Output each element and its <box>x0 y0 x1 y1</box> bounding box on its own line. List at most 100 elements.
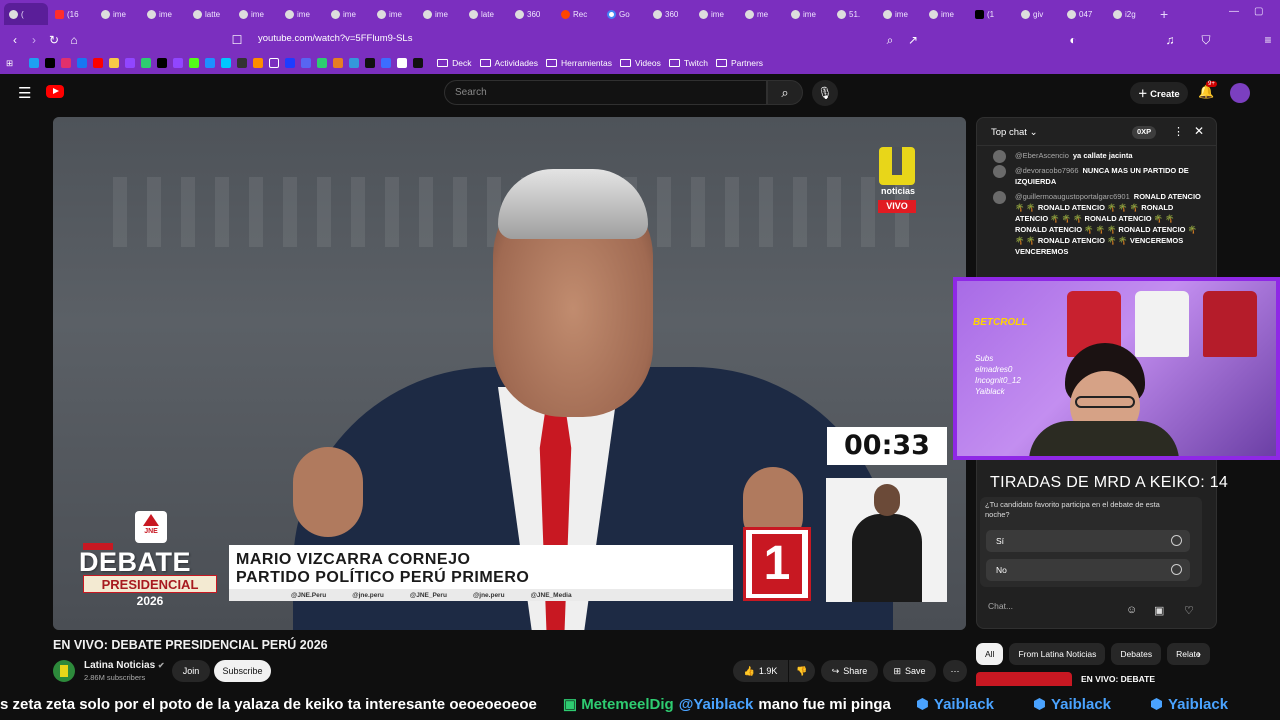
filter-chip[interactable]: From Latina Noticias <box>1009 643 1106 665</box>
bookmark-icon[interactable] <box>365 58 376 68</box>
bookmark-icon[interactable] <box>269 58 280 68</box>
chat-mode-dropdown[interactable]: Top chat ⌄ <box>991 127 1038 138</box>
like-button[interactable]: 👍 1.9K <box>733 660 788 682</box>
browser-tab[interactable]: i2g <box>1108 3 1152 25</box>
chat-more-icon[interactable]: ⋮ <box>1173 125 1184 138</box>
kick-icon[interactable] <box>189 58 200 68</box>
youtube-logo-icon[interactable] <box>46 85 64 98</box>
bookmark-folder[interactable]: Twitch <box>668 58 708 68</box>
browser-tab[interactable]: ( <box>4 3 48 25</box>
bookmark-icon[interactable] <box>333 58 344 68</box>
bookmark-icon[interactable] <box>397 58 408 68</box>
share-button[interactable]: ↪ Share <box>821 660 878 682</box>
browser-tab[interactable]: ime <box>234 3 278 25</box>
browser-tab[interactable]: latte <box>188 3 232 25</box>
browser-tab[interactable]: giv <box>1016 3 1060 25</box>
browser-tab[interactable]: 360 <box>510 3 554 25</box>
emoji-icon[interactable]: ☺ <box>1126 604 1137 616</box>
menu-dots-icon[interactable]: ≡ <box>1258 33 1278 47</box>
home-icon[interactable]: ⌂ <box>64 33 84 47</box>
reload-icon[interactable]: ↻ <box>44 33 64 47</box>
browser-tab[interactable]: ime <box>694 3 738 25</box>
bookmark-icon[interactable] <box>109 58 120 68</box>
chat-message[interactable]: @guillermoaugustoportalgarc6901 RONALD AT… <box>977 189 1213 259</box>
super-chat-icon[interactable]: ▣ <box>1154 604 1164 617</box>
filter-chip[interactable]: Relate <box>1167 643 1210 665</box>
facebook-icon[interactable] <box>77 58 88 68</box>
browser-tab[interactable]: Go <box>602 3 646 25</box>
hamburger-menu-icon[interactable]: ☰ <box>18 84 31 102</box>
bookmark-icon[interactable] <box>221 58 232 68</box>
discord-icon[interactable] <box>301 58 312 68</box>
forward-icon[interactable]: › <box>24 33 44 47</box>
poll-option-no[interactable]: No <box>986 559 1190 581</box>
bookmark-icon[interactable] <box>349 58 360 68</box>
bookmark-icon[interactable] <box>205 58 216 68</box>
browser-tab[interactable]: ime <box>418 3 462 25</box>
x-icon[interactable] <box>157 58 168 68</box>
tiktok-icon[interactable] <box>45 58 56 68</box>
twitch-icon[interactable] <box>173 58 184 68</box>
filter-chip[interactable]: All <box>976 643 1004 665</box>
close-icon[interactable]: ✕ <box>1194 124 1204 138</box>
dislike-button[interactable]: 👎 <box>789 660 815 682</box>
bookmark-icon[interactable]: ☐ <box>227 33 247 47</box>
browser-tab[interactable]: ime <box>878 3 922 25</box>
browser-tab[interactable]: ime <box>326 3 370 25</box>
chat-message[interactable]: @devoracobo7966 NUNCA MAS UN PARTIDO DE I… <box>977 163 1213 189</box>
channel-avatar[interactable] <box>53 660 75 682</box>
chat-input[interactable]: Chat... <box>988 601 1013 611</box>
browser-tab[interactable]: ime <box>142 3 186 25</box>
maximize-icon[interactable]: ▢ <box>1254 6 1263 17</box>
browser-tab[interactable]: (16 <box>50 3 94 25</box>
browser-tab[interactable]: 047 <box>1062 3 1106 25</box>
bookmark-icon[interactable] <box>381 58 392 68</box>
browser-tab[interactable]: 360 <box>648 3 692 25</box>
browser-tab[interactable]: ime <box>924 3 968 25</box>
create-button[interactable]: ＋ Create <box>1130 82 1188 104</box>
chevron-right-icon[interactable]: › <box>1197 647 1201 661</box>
chat-message[interactable]: @EberAscencio ya callate jacinta <box>977 148 1213 163</box>
subscribe-button[interactable]: Subscribe <box>214 660 271 682</box>
bookmark-icon[interactable] <box>29 58 40 68</box>
new-tab-icon[interactable]: + <box>1154 6 1174 22</box>
zoom-icon[interactable]: ⌕ <box>880 33 900 48</box>
more-actions-button[interactable]: ⋯ <box>943 660 967 682</box>
music-icon[interactable]: ♫ <box>1160 33 1180 47</box>
browser-tab[interactable]: ime <box>786 3 830 25</box>
filter-chip[interactable]: Debates <box>1111 643 1162 665</box>
extension-icon[interactable]: ◐ <box>1063 33 1083 47</box>
browser-tab[interactable]: ime <box>372 3 416 25</box>
browser-tab[interactable]: late <box>464 3 508 25</box>
heart-icon[interactable]: ♡ <box>1184 604 1194 617</box>
apps-icon[interactable]: ⊞ <box>6 58 13 69</box>
bookmark-folder[interactable]: Herramientas <box>545 58 612 68</box>
poll-option-si[interactable]: Sí <box>986 530 1190 552</box>
twitch-icon[interactable] <box>125 58 136 68</box>
microphone-icon[interactable]: 🎙 <box>812 80 838 106</box>
related-video-item[interactable]: EN VIVO: DEBATE <box>976 672 1276 686</box>
bookmark-folder[interactable]: Partners <box>715 58 763 68</box>
bookmark-folder[interactable]: Deck <box>437 58 472 68</box>
browser-tab[interactable]: 51. <box>832 3 876 25</box>
video-player[interactable]: noticias VIVO 00:33 DEBATE PRESIDENCIAL … <box>53 117 966 630</box>
search-icon[interactable]: ⌕ <box>767 80 803 105</box>
account-avatar[interactable] <box>1230 83 1250 103</box>
bookmark-icon[interactable] <box>141 58 152 68</box>
channel-name[interactable]: Latina Noticias ✔ <box>84 660 165 671</box>
share-page-icon[interactable]: ↗ <box>903 33 923 47</box>
bookmark-icon[interactable] <box>317 58 328 68</box>
bookmark-folder[interactable]: Actividades <box>479 58 538 68</box>
bookmark-icon[interactable] <box>285 58 296 68</box>
xp-badge[interactable]: 0XP <box>1132 126 1157 139</box>
shield-icon[interactable]: ⛉ <box>1196 33 1216 48</box>
instagram-icon[interactable] <box>61 58 72 68</box>
url-text[interactable]: youtube.com/watch?v=5FFlum9-SLs <box>258 33 412 44</box>
bookmark-icon[interactable] <box>413 58 424 68</box>
bookmark-icon[interactable] <box>253 58 264 68</box>
bookmark-icon[interactable] <box>237 58 248 68</box>
browser-tab[interactable]: Rec <box>556 3 600 25</box>
back-icon[interactable]: ‹ <box>5 33 25 47</box>
bookmark-folder[interactable]: Videos <box>620 58 661 68</box>
browser-tab[interactable]: (1 <box>970 3 1014 25</box>
